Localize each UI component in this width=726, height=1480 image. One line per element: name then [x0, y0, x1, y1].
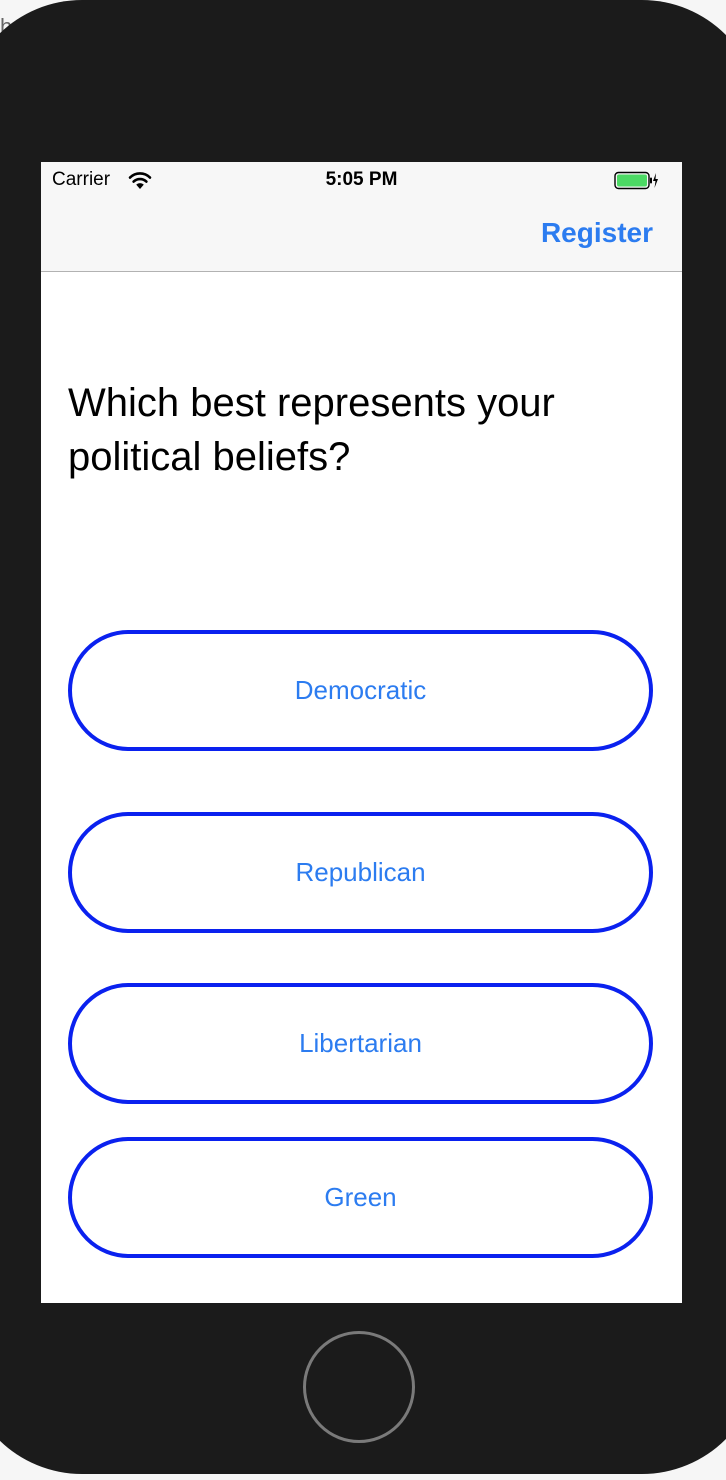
register-button[interactable]: Register: [541, 217, 653, 249]
option-republican-button[interactable]: Republican: [68, 812, 653, 933]
navigation-bar: Register: [41, 202, 682, 272]
app-screen: Carrier 5:05 PM Register Which best repr…: [41, 162, 682, 1303]
question-title: Which best represents your political bel…: [68, 381, 555, 479]
status-time: 5:05 PM: [325, 169, 398, 190]
home-button[interactable]: [303, 1331, 415, 1443]
option-green-button[interactable]: Green: [68, 1137, 653, 1258]
option-democratic-button[interactable]: Democratic: [68, 630, 653, 751]
status-bar: Carrier 5:05 PM: [41, 162, 682, 202]
option-libertarian-button[interactable]: Libertarian: [68, 983, 653, 1104]
battery-icon: [614, 171, 658, 190]
charging-bolt-icon: [653, 173, 658, 188]
